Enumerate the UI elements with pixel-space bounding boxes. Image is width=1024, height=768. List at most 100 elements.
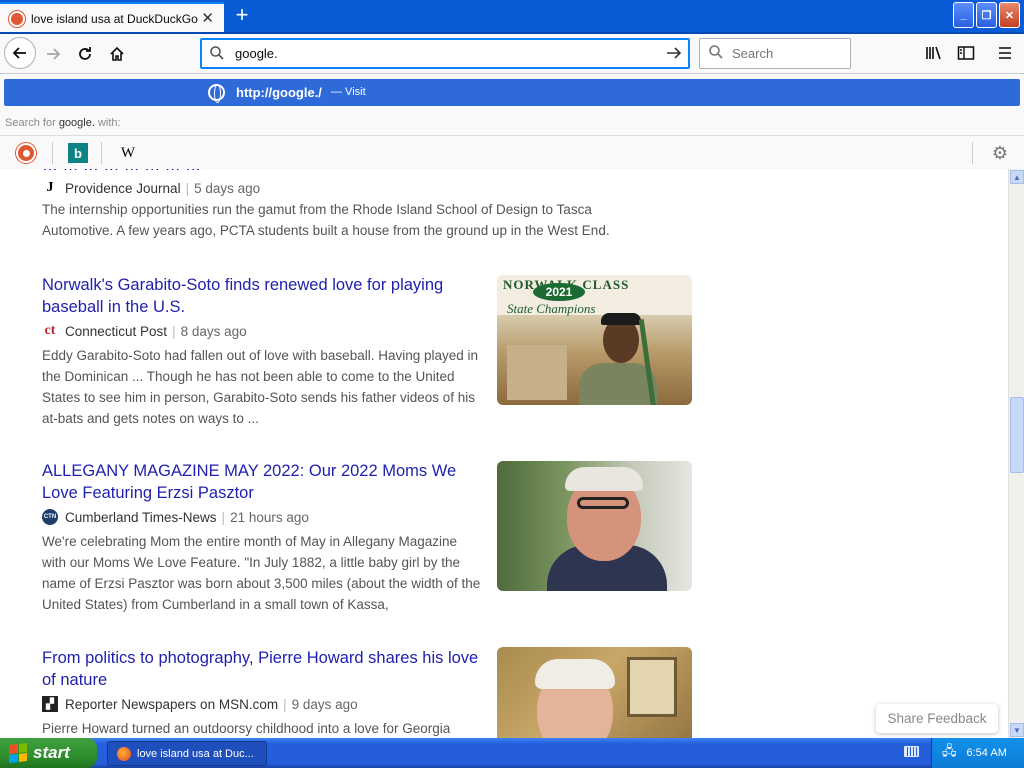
duckduckgo-engine-icon[interactable] — [16, 143, 36, 163]
scroll-up-arrow-icon[interactable]: ▲ — [1010, 170, 1024, 184]
firefox-icon — [117, 746, 131, 761]
news-result: ALLEGANY MAGAZINE MAY 2022: Our 2022 Mom… — [42, 460, 702, 615]
result-title-link[interactable]: ALLEGANY MAGAZINE MAY 2022: Our 2022 Mom… — [42, 460, 482, 504]
news-result: Norwalk's Garabito-Soto finds renewed lo… — [42, 274, 702, 429]
hamburger-menu-icon — [999, 47, 1011, 59]
start-button[interactable]: start — [0, 738, 97, 768]
sidebar-icon — [957, 46, 975, 60]
url-input[interactable] — [235, 46, 655, 61]
visit-suggestion-row[interactable]: http://google./ — Visit — [4, 79, 1020, 106]
search-for-term: google. — [58, 117, 95, 129]
taskbar-firefox-window[interactable]: love island usa at Duc... — [107, 741, 267, 766]
close-window-button[interactable]: ✕ — [999, 2, 1020, 28]
minimize-button[interactable]: _ — [953, 2, 974, 28]
result-title-partial[interactable]: … … … … … … … … — [42, 169, 201, 175]
result-thumbnail-portrait[interactable] — [497, 647, 692, 738]
search-icon — [708, 44, 724, 63]
search-input[interactable] — [732, 46, 842, 61]
news-result: From politics to photography, Pierre How… — [42, 647, 702, 738]
search-results-page: … … … … … … … … J Providence Journal | 5… — [0, 169, 1008, 738]
clock: 6:54 AM — [966, 747, 1007, 759]
result-snippet: Eddy Garabito-Soto had fallen out of lov… — [42, 348, 479, 426]
wikipedia-engine-icon[interactable]: W — [118, 143, 138, 163]
person-hair — [535, 659, 615, 689]
start-label: start — [33, 743, 70, 762]
one-off-search-engines: b W ⚙ — [0, 135, 1024, 170]
suggestion-action: — Visit — [331, 86, 366, 98]
duckduckgo-favicon-icon — [9, 11, 25, 27]
suggestion-url: http://google./ — [236, 85, 322, 100]
result-snippet: We're celebrating Mom the entire month o… — [42, 534, 481, 612]
result-age: 8 days ago — [180, 323, 247, 339]
home-icon — [110, 46, 124, 61]
reload-icon — [79, 47, 91, 60]
connecticut-post-icon: ct — [44, 323, 56, 338]
windows-taskbar: start love island usa at Duc... 🖧 6:54 A… — [0, 738, 1024, 768]
menu-button[interactable] — [994, 42, 1016, 64]
source-name: Cumberland Times-News — [65, 509, 217, 525]
navigation-toolbar — [0, 34, 1024, 73]
result-thumbnail-baseball[interactable]: NORWALK CLASS 2021 State Champions — [497, 275, 692, 405]
page-scrollbar[interactable]: ▲ ▼ — [1008, 169, 1024, 738]
keyboard-icon[interactable] — [904, 746, 919, 757]
result-thumbnail-portrait[interactable] — [497, 461, 692, 591]
source-name: Connecticut Post — [65, 323, 168, 339]
share-feedback-button[interactable]: Share Feedback — [876, 704, 998, 733]
person-cap — [601, 313, 641, 325]
result-age: 21 hours ago — [230, 509, 309, 525]
search-for-label: Search for google. with: — [5, 117, 121, 129]
go-arrow-icon[interactable] — [665, 44, 683, 67]
result-title-link[interactable]: Norwalk's Garabito-Soto finds renewed lo… — [42, 274, 482, 318]
library-button[interactable] — [923, 42, 945, 64]
search-bar[interactable] — [699, 38, 851, 69]
tab-title: love island usa at DuckDuckGo — [31, 12, 198, 26]
back-arrow-icon — [12, 47, 26, 59]
windows-logo-icon — [9, 743, 27, 763]
window-controls: _ ❐ ✕ — [953, 2, 1020, 28]
new-tab-button[interactable]: + — [231, 4, 253, 27]
forward-button[interactable] — [38, 39, 68, 69]
network-icon[interactable]: 🖧 — [942, 742, 957, 764]
sidebar-button[interactable] — [955, 42, 977, 64]
divider — [972, 142, 973, 164]
globe-icon — [208, 84, 225, 103]
library-icon — [926, 46, 941, 60]
result-source: J Providence Journal | 5 days ago — [42, 178, 261, 198]
browser-tab-strip: love island usa at DuckDuckGo ✕ + _ ❐ ✕ — [0, 0, 1024, 34]
restore-button[interactable]: ❐ — [976, 2, 997, 28]
result-snippet: Pierre Howard turned an outdoorsy childh… — [42, 721, 451, 736]
active-tab[interactable]: love island usa at DuckDuckGo ✕ — [0, 2, 224, 34]
source-separator: | — [221, 509, 226, 525]
search-for-suffix: with: — [97, 117, 121, 129]
search-for-prefix: Search for — [5, 117, 56, 129]
url-bar[interactable] — [200, 38, 690, 69]
providence-journal-icon: J — [46, 180, 54, 195]
result-title-link[interactable]: From politics to photography, Pierre How… — [42, 647, 482, 691]
divider — [52, 142, 53, 164]
cumberland-times-news-icon: CTN — [42, 509, 58, 525]
source-separator: | — [172, 323, 176, 339]
gear-icon[interactable]: ⚙ — [992, 143, 1008, 164]
search-icon — [209, 45, 227, 63]
home-button[interactable] — [102, 39, 132, 69]
banner-subtext: State Champions — [507, 301, 596, 316]
forward-arrow-icon — [47, 48, 61, 60]
banner-year-badge: 2021 — [533, 283, 585, 301]
wall-frame — [627, 657, 677, 717]
system-tray: 🖧 6:54 AM — [931, 738, 1024, 768]
scroll-thumb[interactable] — [1010, 397, 1024, 473]
tab-close-icon[interactable]: ✕ — [201, 11, 214, 26]
scroll-down-arrow-icon[interactable]: ▼ — [1010, 723, 1024, 737]
back-button[interactable] — [4, 37, 36, 69]
source-name: Providence Journal — [65, 180, 181, 196]
task-label: love island usa at Duc... — [137, 747, 254, 760]
result-snippet: The internship opportunities run the gam… — [42, 202, 610, 238]
bing-engine-icon[interactable]: b — [68, 143, 88, 163]
source-separator: | — [283, 696, 287, 712]
reload-button[interactable] — [70, 39, 100, 69]
result-age: 9 days ago — [291, 696, 358, 712]
source-separator: | — [185, 180, 190, 196]
person-glasses — [577, 497, 629, 509]
person-hair — [565, 467, 643, 491]
url-autocomplete-popup: http://google./ — Visit Search for googl… — [0, 73, 1024, 170]
